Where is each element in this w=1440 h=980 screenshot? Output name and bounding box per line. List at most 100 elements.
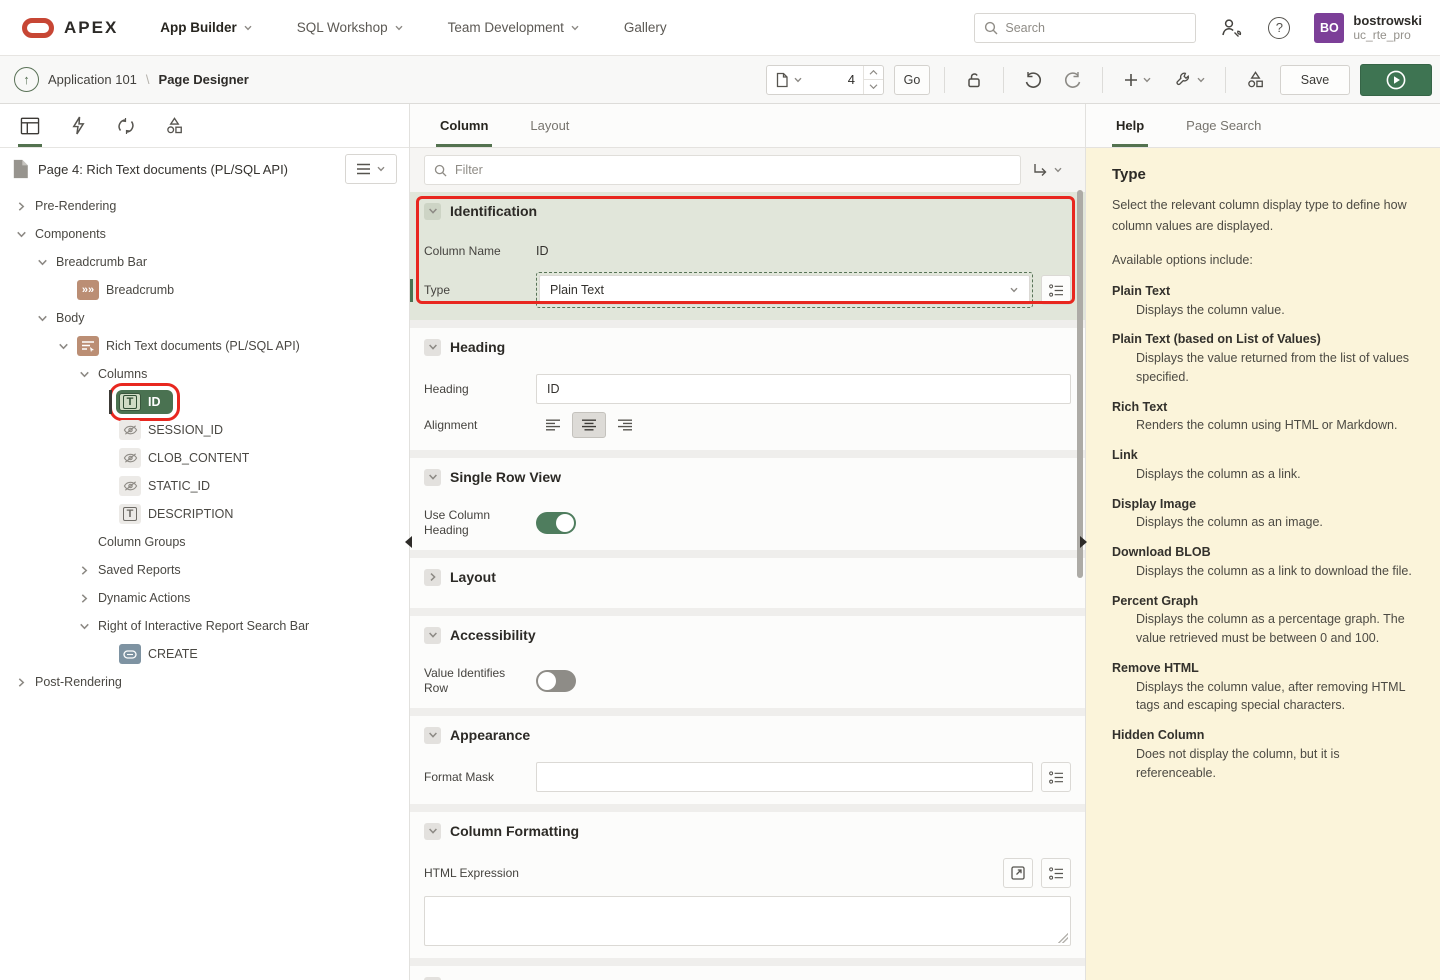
align-center-button[interactable] <box>572 412 606 438</box>
help-option-term: Link <box>1112 446 1418 465</box>
menu-sql-workshop[interactable]: SQL Workshop <box>275 0 426 56</box>
collapse-icon <box>424 977 441 980</box>
tree-item[interactable]: Post-Rendering <box>0 668 409 696</box>
tree-expand-icon[interactable] <box>31 313 53 324</box>
tree-expand-icon[interactable] <box>31 257 53 268</box>
go-to-group-button[interactable] <box>1031 162 1071 178</box>
tree-expand-icon[interactable] <box>73 593 95 604</box>
tab-rendering-icon[interactable] <box>6 104 54 147</box>
utilities-menu-button[interactable] <box>1169 65 1211 95</box>
menu-gallery[interactable]: Gallery <box>602 0 689 56</box>
page-picker-button[interactable] <box>767 66 811 94</box>
brand[interactable]: APEX <box>0 18 138 38</box>
step-up-icon[interactable] <box>864 66 883 80</box>
tree-item[interactable]: Pre-Rendering <box>0 192 409 220</box>
tree-item[interactable]: Breadcrumb Bar <box>0 248 409 276</box>
align-left-button[interactable] <box>536 412 570 438</box>
section-accessibility-header[interactable]: Accessibility <box>424 616 1071 654</box>
tab-processing-icon[interactable] <box>102 104 150 147</box>
tree-expand-icon[interactable] <box>10 229 32 240</box>
help-icon[interactable]: ? <box>1266 15 1292 41</box>
tree-item[interactable]: Rich Text documents (PL/SQL API) <box>0 332 409 360</box>
format-mask-input[interactable] <box>536 762 1033 792</box>
help-option-desc: Displays the column value, after removin… <box>1112 678 1418 716</box>
shared-components-icon[interactable] <box>1240 65 1270 95</box>
lock-icon[interactable] <box>959 65 989 95</box>
help-option-term: Plain Text <box>1112 282 1418 301</box>
main-menu: App Builder SQL Workshop Team Developmen… <box>138 0 688 56</box>
section-column-formatting-header[interactable]: Column Formatting <box>424 812 1071 850</box>
section-layout-header[interactable]: Layout <box>424 558 1071 596</box>
user-menu[interactable]: BO bostrowski uc_rte_pro <box>1314 13 1422 43</box>
html-expression-textarea[interactable] <box>424 896 1071 946</box>
tree-expand-icon[interactable] <box>10 677 32 688</box>
tab-page-search[interactable]: Page Search <box>1182 104 1265 147</box>
search-input[interactable] <box>1005 21 1175 35</box>
collapse-left-splitter[interactable] <box>405 536 412 548</box>
page-number-input[interactable] <box>811 66 863 94</box>
tab-column[interactable]: Column <box>436 104 492 147</box>
menu-team-development[interactable]: Team Development <box>426 0 602 56</box>
tree-expand-icon[interactable] <box>10 201 32 212</box>
tree-item[interactable]: Column Groups <box>0 528 409 556</box>
help-option: Download BLOB Displays the column as a l… <box>1112 543 1418 581</box>
tree-expand-icon[interactable] <box>73 565 95 576</box>
tree-item[interactable]: Dynamic Actions <box>0 584 409 612</box>
undo-icon[interactable] <box>1018 65 1048 95</box>
create-menu-button[interactable] <box>1117 65 1159 95</box>
filter-input[interactable] <box>455 163 1011 177</box>
value-identifies-row-toggle[interactable] <box>536 670 576 692</box>
tree-item[interactable]: Body <box>0 304 409 332</box>
tree-item[interactable]: CLOB_CONTENT <box>0 444 409 472</box>
breadcrumb-application[interactable]: Application 101 <box>48 72 137 87</box>
tree-item-label: Right of Interactive Report Search Bar <box>98 619 309 633</box>
tree-item[interactable]: Columns <box>0 360 409 388</box>
up-to-app-icon[interactable]: ↑ <box>14 67 39 92</box>
section-heading-header[interactable]: Heading <box>424 328 1071 366</box>
vertical-scrollbar[interactable] <box>1077 190 1083 578</box>
redo-icon[interactable] <box>1058 65 1088 95</box>
section-appearance-header[interactable]: Appearance <box>424 716 1071 754</box>
save-button[interactable]: Save <box>1280 65 1350 95</box>
type-select[interactable]: Plain Text <box>539 275 1030 305</box>
tree-item[interactable]: CREATE <box>0 640 409 668</box>
collapse-right-splitter[interactable] <box>1080 536 1087 548</box>
code-editor-button[interactable] <box>1003 858 1033 888</box>
collapse-icon <box>424 727 441 744</box>
tree-expand-icon[interactable] <box>52 341 74 352</box>
format-mask-quickpick-button[interactable] <box>1041 762 1071 792</box>
use-column-heading-toggle[interactable] <box>536 512 576 534</box>
type-quickpick-button[interactable] <box>1041 275 1071 305</box>
run-page-button[interactable] <box>1360 64 1432 96</box>
tab-layout[interactable]: Layout <box>526 104 573 147</box>
html-expression-quickpick-button[interactable] <box>1041 858 1071 888</box>
tree-expand-icon[interactable] <box>73 369 95 380</box>
administration-icon[interactable] <box>1218 15 1244 41</box>
tree-item[interactable]: Right of Interactive Report Search Bar <box>0 612 409 640</box>
tree-item[interactable]: TID <box>0 388 409 416</box>
heading-input[interactable]: ID <box>536 374 1071 404</box>
tab-dynamic-actions-icon[interactable] <box>54 104 102 147</box>
tree-expand-icon[interactable] <box>73 621 95 632</box>
page-designer-toolbar: ↑ Application 101 \ Page Designer Go <box>0 56 1440 104</box>
section-column-filter-header[interactable]: Column Filter <box>424 966 1071 980</box>
align-right-button[interactable] <box>608 412 642 438</box>
tab-help[interactable]: Help <box>1112 104 1148 147</box>
tree-item[interactable]: Components <box>0 220 409 248</box>
step-down-icon[interactable] <box>864 79 883 94</box>
tree-menu-button[interactable] <box>345 154 397 184</box>
help-option: Remove HTML Displays the column value, a… <box>1112 659 1418 715</box>
menu-app-builder[interactable]: App Builder <box>138 0 275 56</box>
go-button[interactable]: Go <box>894 65 930 95</box>
tree-item[interactable]: Saved Reports <box>0 556 409 584</box>
help-intro: Select the relevant column display type … <box>1112 195 1418 236</box>
tree-item[interactable]: »»Breadcrumb <box>0 276 409 304</box>
section-single-row-view-header[interactable]: Single Row View <box>424 458 1071 496</box>
section-identification-header[interactable]: Identification <box>424 192 1071 230</box>
tree-item[interactable]: STATIC_ID <box>0 472 409 500</box>
goto-group-icon <box>1031 162 1049 178</box>
tree-item[interactable]: SESSION_ID <box>0 416 409 444</box>
tree-item[interactable]: TDESCRIPTION <box>0 500 409 528</box>
resize-handle[interactable] <box>1058 933 1068 943</box>
tab-page-shared-components-icon[interactable] <box>150 104 198 147</box>
